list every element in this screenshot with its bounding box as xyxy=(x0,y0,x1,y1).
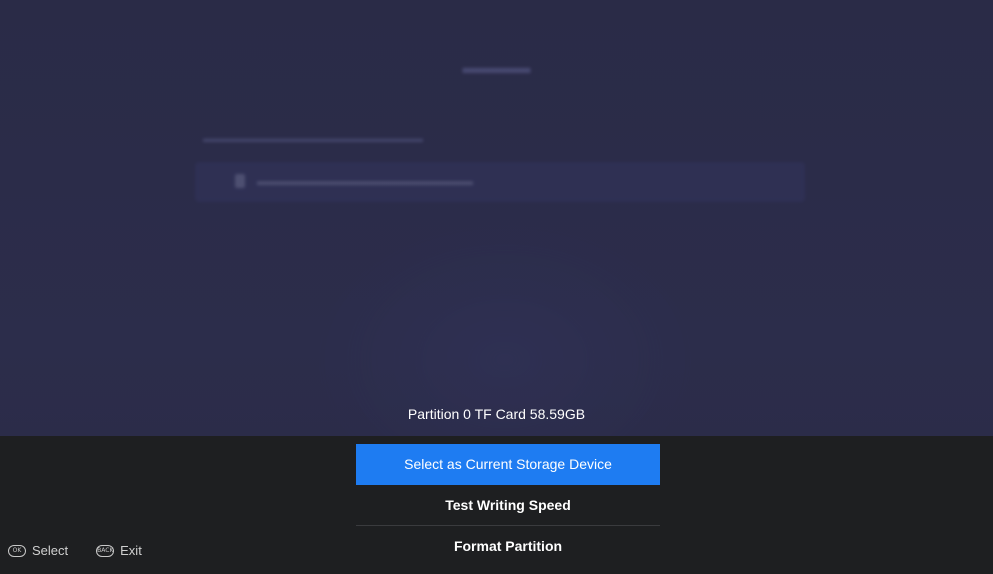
select-hint: OK Select xyxy=(8,543,68,558)
storage-screen: ▬▬▬▬ ▬▬▬▬▬▬▬▬▬▬▬▬▬▬▬▬▬▬▬▬ ▬▬▬▬▬▬▬▬▬▬▬▬▬▬… xyxy=(0,0,993,574)
dimmed-background-page: ▬▬▬▬ ▬▬▬▬▬▬▬▬▬▬▬▬▬▬▬▬▬▬▬▬ ▬▬▬▬▬▬▬▬▬▬▬▬▬▬… xyxy=(0,0,993,510)
exit-hint: BACK Exit xyxy=(96,543,142,558)
partition-title: Partition 0 TF Card 58.59GB xyxy=(407,406,586,422)
action-panel: Select as Current Storage Device Test Wr… xyxy=(0,436,993,574)
background-section-label-blur: ▬▬▬▬▬▬▬▬▬▬▬▬▬▬▬▬▬▬▬▬ xyxy=(203,133,423,145)
back-button-icon: BACK xyxy=(96,544,115,557)
key-hints: OK Select BACK Exit xyxy=(8,543,170,558)
select-storage-device-button[interactable]: Select as Current Storage Device xyxy=(356,444,660,485)
background-title-blur: ▬▬▬▬ xyxy=(462,58,531,77)
background-row-text-blur: ▬▬▬▬▬▬▬▬▬▬▬▬▬▬▬▬▬▬ xyxy=(257,174,473,188)
ok-button-icon: OK xyxy=(8,544,26,557)
action-menu: Select as Current Storage Device Test Wr… xyxy=(356,444,660,567)
select-hint-label: Select xyxy=(32,543,69,558)
background-row-icon xyxy=(235,174,245,188)
exit-hint-label: Exit xyxy=(120,543,142,558)
format-partition-button[interactable]: Format Partition xyxy=(356,526,660,567)
test-writing-speed-button[interactable]: Test Writing Speed xyxy=(356,485,660,526)
background-storage-row: ▬▬▬▬▬▬▬▬▬▬▬▬▬▬▬▬▬▬ xyxy=(195,162,805,202)
